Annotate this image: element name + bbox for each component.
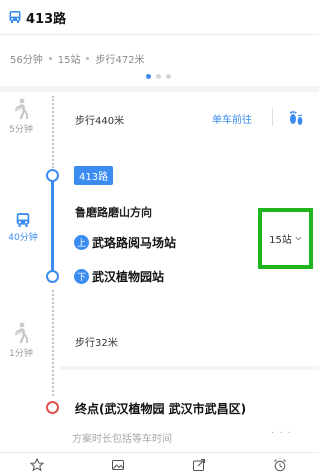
page-title: 413路 [26, 11, 67, 27]
end-point-label: 终点(武汉植物园 武汉市武昌区) [75, 402, 247, 416]
bus-icon [9, 11, 21, 23]
plan-pager[interactable] [146, 74, 171, 79]
bus-segment-side: 40分钟 [6, 212, 40, 243]
summary-duration: 56分钟 [10, 55, 43, 66]
walk-dotted-line [52, 96, 54, 168]
chevron-down-icon [295, 236, 302, 241]
image-icon[interactable] [111, 458, 125, 472]
bottom-toolbar [0, 452, 319, 472]
bus-icon [16, 213, 30, 227]
route-number-chip[interactable]: 413路 [74, 166, 114, 185]
more-icon[interactable]: · · · [271, 428, 292, 439]
pager-dot[interactable] [156, 74, 161, 79]
route-direction: 鲁磨路磨山方向 [75, 206, 152, 219]
section-gap [0, 86, 319, 92]
footprint-icon[interactable] [286, 108, 306, 128]
summary-walk: 步行472米 [95, 55, 145, 66]
end-point-ring [46, 401, 59, 414]
board-stop-ring [46, 169, 59, 182]
board-stop-name: 武珞路阅马场站 [92, 236, 177, 250]
plan-note: 方案时长包括等车时间 [72, 434, 172, 445]
alight-stop-ring [46, 270, 59, 283]
dot-separator [48, 57, 52, 60]
alight-badge: 下 [74, 269, 89, 284]
alight-stop-name: 武汉植物园站 [92, 270, 165, 284]
route-summary: 56分钟 15站 步行472米 [10, 51, 145, 66]
stops-count: 15站 [269, 235, 292, 246]
bike-route-link[interactable]: 单车前往 [212, 111, 252, 126]
stops-expand-toggle[interactable]: 15站 [258, 208, 313, 269]
bus-route-line [51, 175, 54, 277]
dot-separator [86, 57, 90, 60]
walk-segment-side: 1分钟 [4, 322, 38, 359]
walk-dotted-line [52, 290, 54, 396]
section-gap [60, 366, 319, 370]
share-icon[interactable] [192, 458, 206, 472]
walk-segment-side: 5分钟 [4, 98, 38, 135]
header: 413路 [0, 0, 319, 34]
walk-time: 5分钟 [9, 125, 33, 135]
walk-distance: 步行32米 [75, 338, 118, 349]
pager-dot[interactable] [166, 74, 171, 79]
walk-distance: 步行440米 [75, 116, 125, 127]
walk-figure-icon [15, 322, 28, 343]
star-icon[interactable] [30, 458, 44, 472]
alarm-clock-icon[interactable] [273, 458, 287, 472]
board-badge: 上 [74, 235, 89, 250]
alight-stop-row[interactable]: 下 武汉植物园站 [74, 268, 164, 285]
vertical-divider [272, 108, 273, 126]
header-divider [0, 34, 319, 35]
bus-duration: 40分钟 [8, 233, 38, 243]
walk-time: 1分钟 [9, 349, 33, 359]
board-stop-row[interactable]: 上 武珞路阅马场站 [74, 234, 176, 251]
walk-figure-icon [15, 98, 28, 119]
pager-dot-active[interactable] [146, 74, 151, 79]
summary-stops: 15站 [57, 55, 81, 66]
